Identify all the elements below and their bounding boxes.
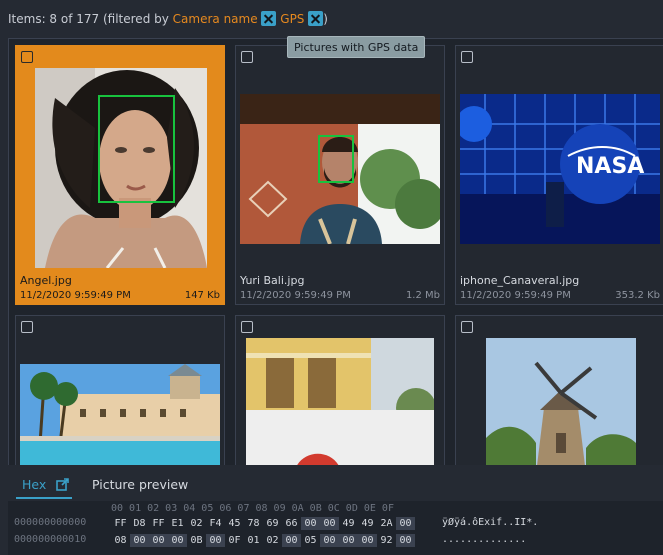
hex-byte[interactable]: 00 bbox=[301, 517, 320, 530]
hex-byte[interactable]: 00 bbox=[282, 534, 301, 547]
hex-bytes: FF D8 FF E1 02 F4 45 78 69 66 00 00 49 49 2A 00 bbox=[111, 517, 415, 530]
face-detection-box bbox=[318, 135, 354, 183]
items-count-text: Items: 8 of 177 (filtered by bbox=[8, 12, 169, 26]
hex-byte[interactable]: D8 bbox=[130, 517, 149, 530]
hex-address: 000000000010 bbox=[14, 534, 87, 545]
select-checkbox[interactable] bbox=[21, 321, 33, 333]
select-checkbox[interactable] bbox=[21, 51, 33, 63]
hex-byte[interactable]: 00 bbox=[396, 517, 415, 530]
photo-angel bbox=[35, 68, 207, 268]
photo-yuri-bali bbox=[240, 94, 440, 244]
thumbnail-card-windmill[interactable] bbox=[455, 315, 663, 465]
photo-windmill bbox=[486, 338, 636, 465]
hex-byte[interactable]: E1 bbox=[168, 517, 187, 530]
hex-byte[interactable]: 00 bbox=[149, 534, 168, 547]
hex-byte[interactable]: 02 bbox=[263, 534, 282, 547]
file-name: iphone_Canaveral.jpg bbox=[460, 274, 580, 287]
hex-byte[interactable]: 49 bbox=[339, 517, 358, 530]
hex-bytes: 08 00 00 00 0B 00 0F 01 02 00 05 00 00 00 92 00 bbox=[111, 534, 415, 547]
file-size: 1.2 Mb bbox=[405, 290, 440, 301]
hex-byte[interactable]: F4 bbox=[206, 517, 225, 530]
photo-building bbox=[246, 338, 434, 465]
file-size: 353.2 Kb bbox=[615, 290, 660, 301]
hex-byte[interactable]: 00 bbox=[206, 534, 225, 547]
file-size: 147 Kb bbox=[184, 290, 220, 301]
hex-viewer[interactable]: 00 01 02 03 04 05 06 07 08 09 0A 0B 0C 0… bbox=[8, 501, 663, 555]
remove-camera-filter-icon[interactable] bbox=[261, 11, 277, 26]
hex-byte[interactable]: 00 bbox=[396, 534, 415, 547]
file-date: 11/2/2020 9:59:49 PM bbox=[460, 290, 571, 301]
tab-hex-label: Hex bbox=[22, 477, 47, 492]
tab-hex[interactable]: Hex bbox=[16, 473, 72, 499]
hex-byte[interactable]: 49 bbox=[358, 517, 377, 530]
hex-ascii: ÿØÿá.ôExif..II*. bbox=[442, 517, 539, 528]
hex-byte[interactable]: 00 bbox=[320, 517, 339, 530]
select-checkbox[interactable] bbox=[241, 51, 253, 63]
file-date: 11/2/2020 9:59:49 PM bbox=[240, 290, 351, 301]
thumbnail-card-yuri-bali[interactable]: Yuri Bali.jpg 11/2/2020 9:59:49 PM 1.2 M… bbox=[235, 45, 445, 305]
filter-tag-gps[interactable]: GPS bbox=[280, 12, 304, 26]
detail-panel: Hex Picture preview 00 01 02 03 04 05 06… bbox=[8, 465, 663, 555]
hex-byte[interactable]: 02 bbox=[187, 517, 206, 530]
hex-byte[interactable]: FF bbox=[149, 517, 168, 530]
select-checkbox[interactable] bbox=[461, 51, 473, 63]
thumbnail-card-hotel-pool[interactable] bbox=[15, 315, 225, 465]
thumbnail-card-building[interactable] bbox=[235, 315, 445, 465]
thumbnail-grid: Angel.jpg 11/2/2020 9:59:49 PM 147 Kb Yu… bbox=[8, 38, 663, 465]
hex-byte[interactable]: 00 bbox=[320, 534, 339, 547]
hex-byte[interactable]: 69 bbox=[263, 517, 282, 530]
hex-byte[interactable]: 08 bbox=[111, 534, 130, 547]
gps-tooltip: Pictures with GPS data bbox=[287, 36, 426, 58]
hex-byte[interactable]: 00 bbox=[339, 534, 358, 547]
filter-summary: Items: 8 of 177 (filtered by Camera name… bbox=[8, 11, 328, 26]
tab-picture-preview[interactable]: Picture preview bbox=[92, 473, 188, 499]
svg-text:NASA: NASA bbox=[576, 154, 644, 179]
hex-byte[interactable]: 0B bbox=[187, 534, 206, 547]
hex-byte[interactable]: FF bbox=[111, 517, 130, 530]
hex-byte[interactable]: 05 bbox=[301, 534, 320, 547]
hex-byte[interactable]: 00 bbox=[358, 534, 377, 547]
hex-byte[interactable]: 92 bbox=[377, 534, 396, 547]
remove-gps-filter-icon[interactable] bbox=[308, 11, 324, 26]
file-name: Yuri Bali.jpg bbox=[240, 274, 305, 287]
select-checkbox[interactable] bbox=[241, 321, 253, 333]
hex-column-header: 00 01 02 03 04 05 06 07 08 09 0A 0B 0C 0… bbox=[111, 503, 394, 514]
open-external-icon[interactable] bbox=[56, 478, 69, 491]
hex-ascii: .............. bbox=[442, 534, 527, 545]
thumbnail-card-iphone-canaveral[interactable]: NASA iphone_Canaveral.jpg 11/2/2020 9:59… bbox=[455, 45, 663, 305]
hex-byte[interactable]: 66 bbox=[282, 517, 301, 530]
hex-byte[interactable]: 01 bbox=[244, 534, 263, 547]
thumbnail-card-angel[interactable]: Angel.jpg 11/2/2020 9:59:49 PM 147 Kb bbox=[15, 45, 225, 305]
hex-byte[interactable]: 00 bbox=[168, 534, 187, 547]
hex-byte[interactable]: 00 bbox=[130, 534, 149, 547]
filter-bar: Items: 8 of 177 (filtered by Camera name… bbox=[0, 0, 663, 38]
photo-hotel-pool bbox=[20, 364, 220, 465]
hex-byte[interactable]: 0F bbox=[225, 534, 244, 547]
filter-tag-camera-name[interactable]: Camera name bbox=[173, 12, 258, 26]
face-detection-box bbox=[98, 95, 175, 203]
photo-iphone-canaveral: NASA bbox=[460, 94, 660, 244]
file-date: 11/2/2020 9:59:49 PM bbox=[20, 290, 131, 301]
select-checkbox[interactable] bbox=[461, 321, 473, 333]
filter-closing-paren: ) bbox=[323, 12, 328, 26]
hex-byte[interactable]: 78 bbox=[244, 517, 263, 530]
hex-byte[interactable]: 45 bbox=[225, 517, 244, 530]
file-name: Angel.jpg bbox=[20, 274, 72, 287]
hex-address: 000000000000 bbox=[14, 517, 87, 528]
hex-byte[interactable]: 2A bbox=[377, 517, 396, 530]
